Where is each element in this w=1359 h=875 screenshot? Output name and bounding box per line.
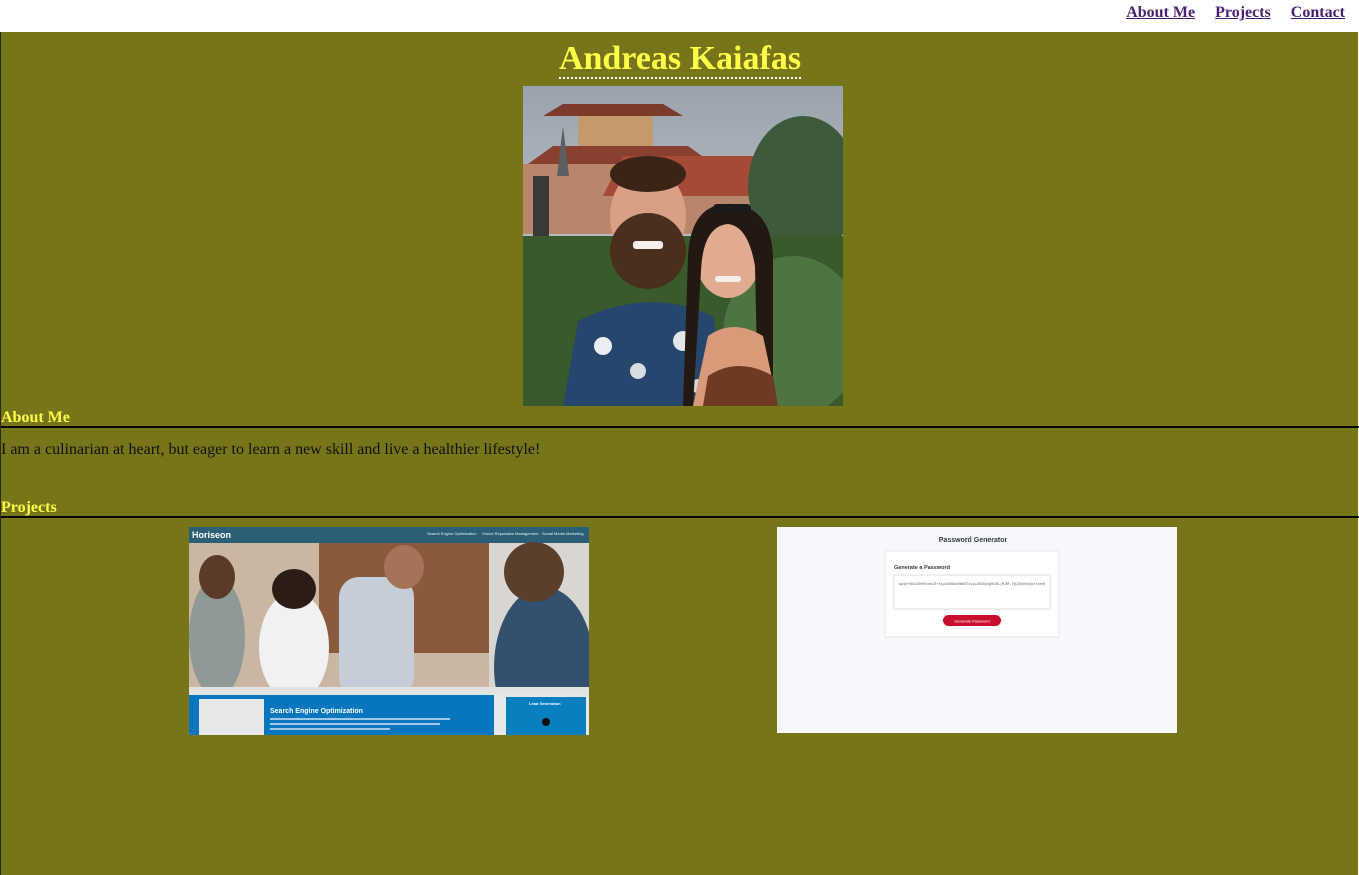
pw-card-title: Generate a Password: [894, 565, 950, 571]
top-navigation-bar: About Me Projects Contact: [0, 0, 1359, 32]
page-title-text: Andreas Kaiafas: [558, 40, 802, 79]
horiseon-screenshot-image: Horiseon Search Engine Optimization Onli…: [189, 527, 589, 735]
projects-heading: Projects: [1, 499, 1359, 518]
horiseon-brand: Horiseon: [192, 530, 231, 540]
project-password-generator-screenshot[interactable]: Password Generator Generate a Password A…: [777, 527, 1177, 733]
profile-photo-image: [523, 86, 843, 406]
about-me-text: I am a culinarian at heart, but eager to…: [1, 441, 541, 458]
nav-link-about-me[interactable]: About Me: [1126, 4, 1195, 22]
horiseon-section-title: Search Engine Optimization: [270, 708, 363, 715]
profile-photo: [523, 86, 843, 406]
page-title: Andreas Kaiafas: [1, 40, 1359, 79]
top-nav: About Me Projects Contact: [1126, 4, 1345, 22]
pw-generated-password: Ap4y+h8UJXDOOrvoEJErTauCk5bO9rHbD8T1v411…: [899, 582, 1045, 586]
horiseon-sidebar-title: Lead Generation: [529, 701, 561, 706]
nav-link-contact[interactable]: Contact: [1291, 4, 1345, 22]
horiseon-nav-2: Online Reputation Management: [482, 531, 539, 536]
page-body: Andreas Kaiafas About Me I am a culinari…: [0, 32, 1359, 875]
nav-link-projects[interactable]: Projects: [1215, 4, 1271, 22]
pw-generate-button-label: Generate Password: [954, 619, 989, 624]
project-horiseon-screenshot[interactable]: Horiseon Search Engine Optimization Onli…: [189, 527, 589, 735]
horiseon-nav-1: Search Engine Optimization: [427, 531, 477, 536]
pw-title: Password Generator: [939, 537, 1008, 544]
about-me-heading: About Me: [1, 409, 1359, 428]
horiseon-nav-3: Social Media Marketing: [542, 531, 584, 536]
password-generator-screenshot-image: Password Generator Generate a Password A…: [777, 527, 1177, 733]
